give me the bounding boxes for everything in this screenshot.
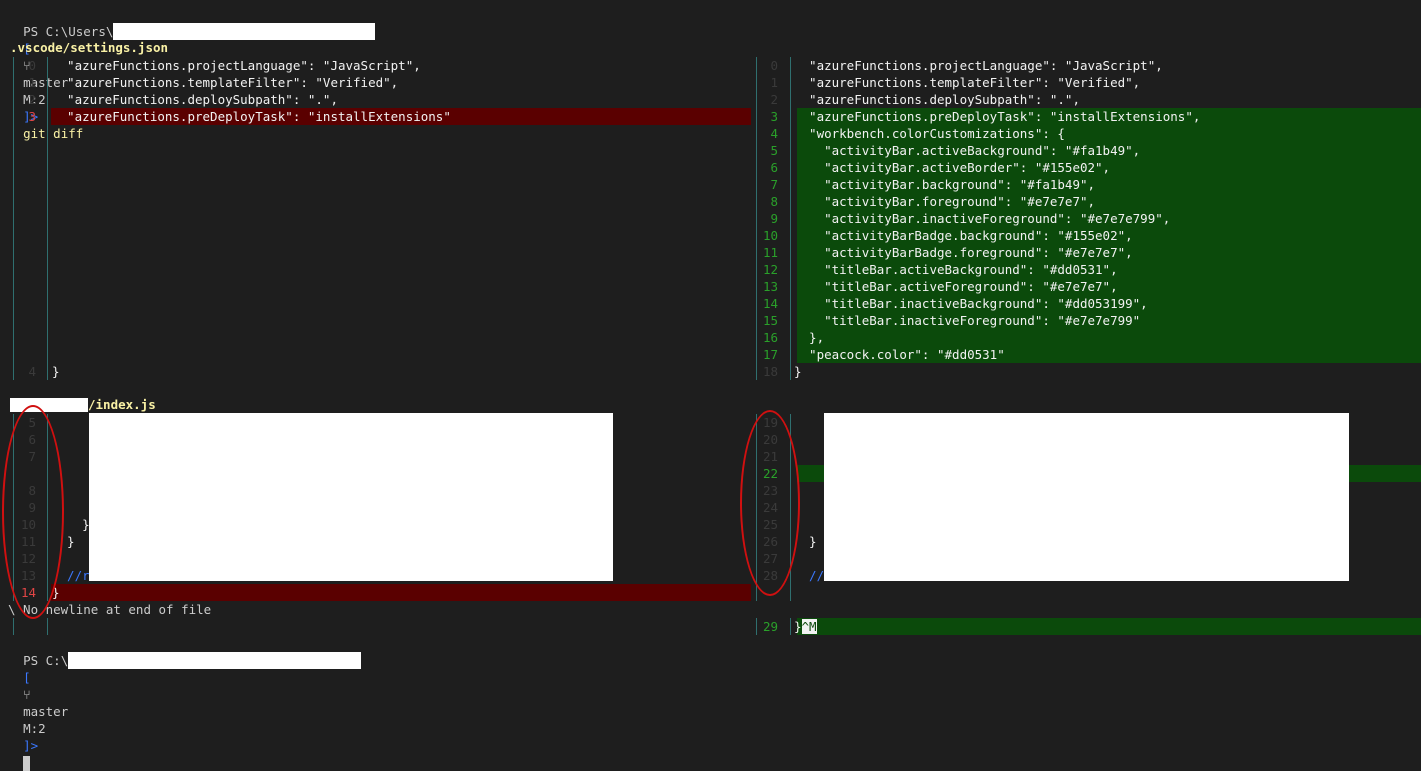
code-line: "azureFunctions.preDeployTask": "install…: [794, 109, 1201, 124]
code-line: "azureFunctions.projectLanguage": "JavaS…: [794, 58, 1163, 73]
file2-name: /index.js: [88, 397, 156, 412]
file2-left-edge-bottom: [13, 618, 14, 635]
prompt-bracket-close: ]>: [23, 738, 39, 753]
code-line: "azureFunctions.templateFilter": "Verifi…: [52, 75, 399, 90]
code-line: "activityBar.background": "#fa1b49",: [794, 177, 1096, 192]
line-number: 1: [28, 75, 36, 90]
file1-right-gutter: [790, 57, 791, 380]
code-line: "azureFunctions.deploySubpath": ".",: [794, 92, 1080, 107]
code-line: "activityBar.inactiveForeground": "#e7e7…: [794, 211, 1171, 226]
prompt-path: PS C:\Users\: [23, 24, 114, 39]
file1-left-gutter: [47, 57, 48, 380]
line-number: 9: [770, 211, 778, 226]
line-number: 18: [762, 364, 778, 379]
line-number: 15: [762, 313, 778, 328]
line-number: 2: [770, 92, 778, 107]
line-number: 3: [770, 109, 778, 124]
redacted-username: [113, 23, 376, 40]
code-line: "titleBar.activeForeground": "#e7e7e7",: [794, 279, 1118, 294]
closing-brace: }: [794, 619, 802, 634]
code-line: "activityBar.foreground": "#e7e7e7",: [794, 194, 1096, 209]
line-number: 8: [770, 194, 778, 209]
redacted-folder-name: [10, 398, 88, 412]
line-number: 13: [762, 279, 778, 294]
code-line: "titleBar.inactiveForeground": "#e7e7e79…: [794, 313, 1141, 328]
code-line: }: [794, 364, 802, 379]
line-number: 10: [762, 228, 778, 243]
file2-right-gutter-bottom: [790, 618, 791, 635]
code-line: "azureFunctions.preDeployTask": "install…: [52, 109, 451, 124]
git-status: M:2: [23, 721, 46, 736]
code-line: //: [794, 568, 825, 583]
line-number: 11: [762, 245, 778, 260]
code-line: "workbench.colorCustomizations": {: [794, 126, 1065, 141]
line-number: 5: [770, 143, 778, 158]
code-line: "activityBar.activeBackground": "#fa1b49…: [794, 143, 1141, 158]
prompt-path: PS C:\: [23, 653, 69, 668]
prompt-bracket-open: [: [23, 670, 31, 685]
line-number: 7: [770, 177, 778, 192]
annotation-circle-left: [2, 405, 64, 619]
file2-left-gutter-bottom: [47, 618, 48, 635]
redacted-code-right: [824, 413, 1349, 581]
line-number: 4: [770, 126, 778, 141]
annotation-circle-right: [740, 410, 800, 596]
line-number: 4: [28, 364, 36, 379]
redacted-path: [68, 652, 362, 669]
line-number: 14: [762, 296, 778, 311]
code-line: "activityBarBadge.background": "#155e02"…: [794, 228, 1133, 243]
file1-name: .vscode/settings.json: [10, 40, 169, 55]
redacted-code-left: [89, 413, 613, 581]
code-line: "azureFunctions.projectLanguage": "JavaS…: [52, 58, 421, 73]
line-number: 12: [762, 262, 778, 277]
line-number: 29: [762, 619, 778, 634]
line-number: 2: [28, 92, 36, 107]
line-number: 1: [770, 75, 778, 90]
code-line: }^M: [794, 618, 817, 635]
deleted-line-bg: [51, 584, 751, 601]
code-line: }: [52, 364, 60, 379]
line-number: 3: [28, 109, 36, 124]
carriage-return-marker: ^M: [801, 619, 817, 634]
branch-name: master: [23, 704, 69, 719]
line-number: 0: [770, 58, 778, 73]
code-line: "activityBar.activeBorder": "#155e02",: [794, 160, 1111, 175]
branch-icon: ⑂: [23, 687, 31, 702]
line-number: 16: [762, 330, 778, 345]
line-number: 6: [770, 160, 778, 175]
code-line: "activityBarBadge.foreground": "#e7e7e7"…: [794, 245, 1133, 260]
top-prompt-line: PS C:\Users\ [ ⑂ master M:2 ]> git diff: [8, 6, 376, 141]
text-cursor[interactable]: [23, 756, 31, 771]
code-line: "titleBar.activeBackground": "#dd0531",: [794, 262, 1118, 277]
code-line: "azureFunctions.deploySubpath": ".",: [52, 92, 338, 107]
code-line: },: [794, 330, 825, 345]
command-text: git diff: [23, 126, 84, 141]
added-line-bg: [797, 618, 1421, 635]
code-line: "peacock.color": "#dd0531": [794, 347, 1005, 362]
line-number: 0: [28, 58, 36, 73]
code-line: "titleBar.inactiveBackground": "#dd05319…: [794, 296, 1148, 311]
bottom-prompt-line[interactable]: PS C:\ [ ⑂ master M:2 ]>: [8, 635, 362, 771]
line-number: 17: [762, 347, 778, 362]
code-line: "azureFunctions.templateFilter": "Verifi…: [794, 75, 1141, 90]
